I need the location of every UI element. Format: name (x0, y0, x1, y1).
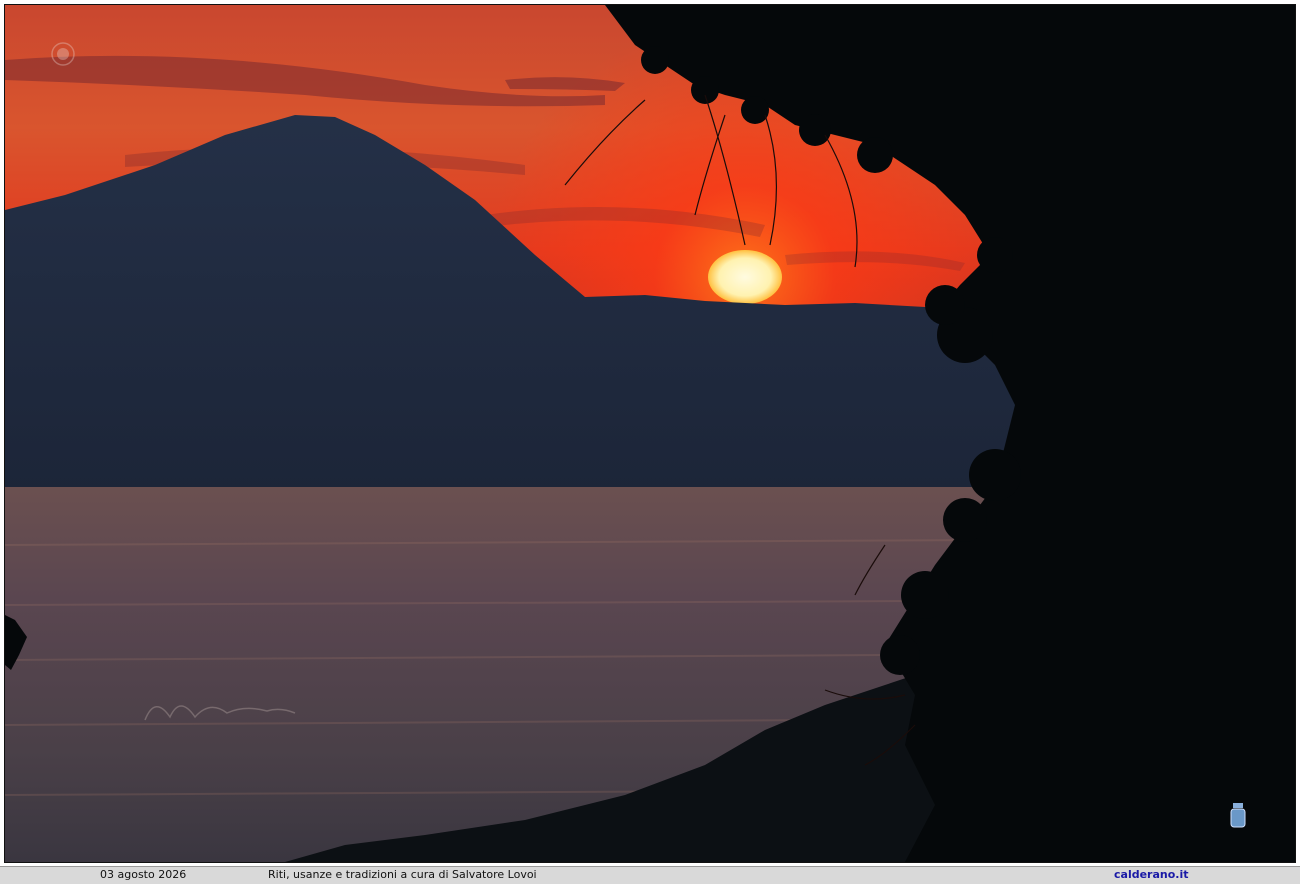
footer-bar: 03 agosto 2026 Riti, usanze e tradizioni… (0, 866, 1300, 884)
footer-date: 03 agosto 2026 (100, 868, 187, 881)
sun (708, 250, 782, 304)
crest-icon (1230, 803, 1246, 828)
footer-site-link[interactable]: calderano.it (1114, 867, 1189, 883)
photo (5, 5, 1295, 862)
photo-frame (4, 4, 1296, 863)
footer-caption: Riti, usanze e tradizioni a cura di Salv… (268, 868, 537, 881)
